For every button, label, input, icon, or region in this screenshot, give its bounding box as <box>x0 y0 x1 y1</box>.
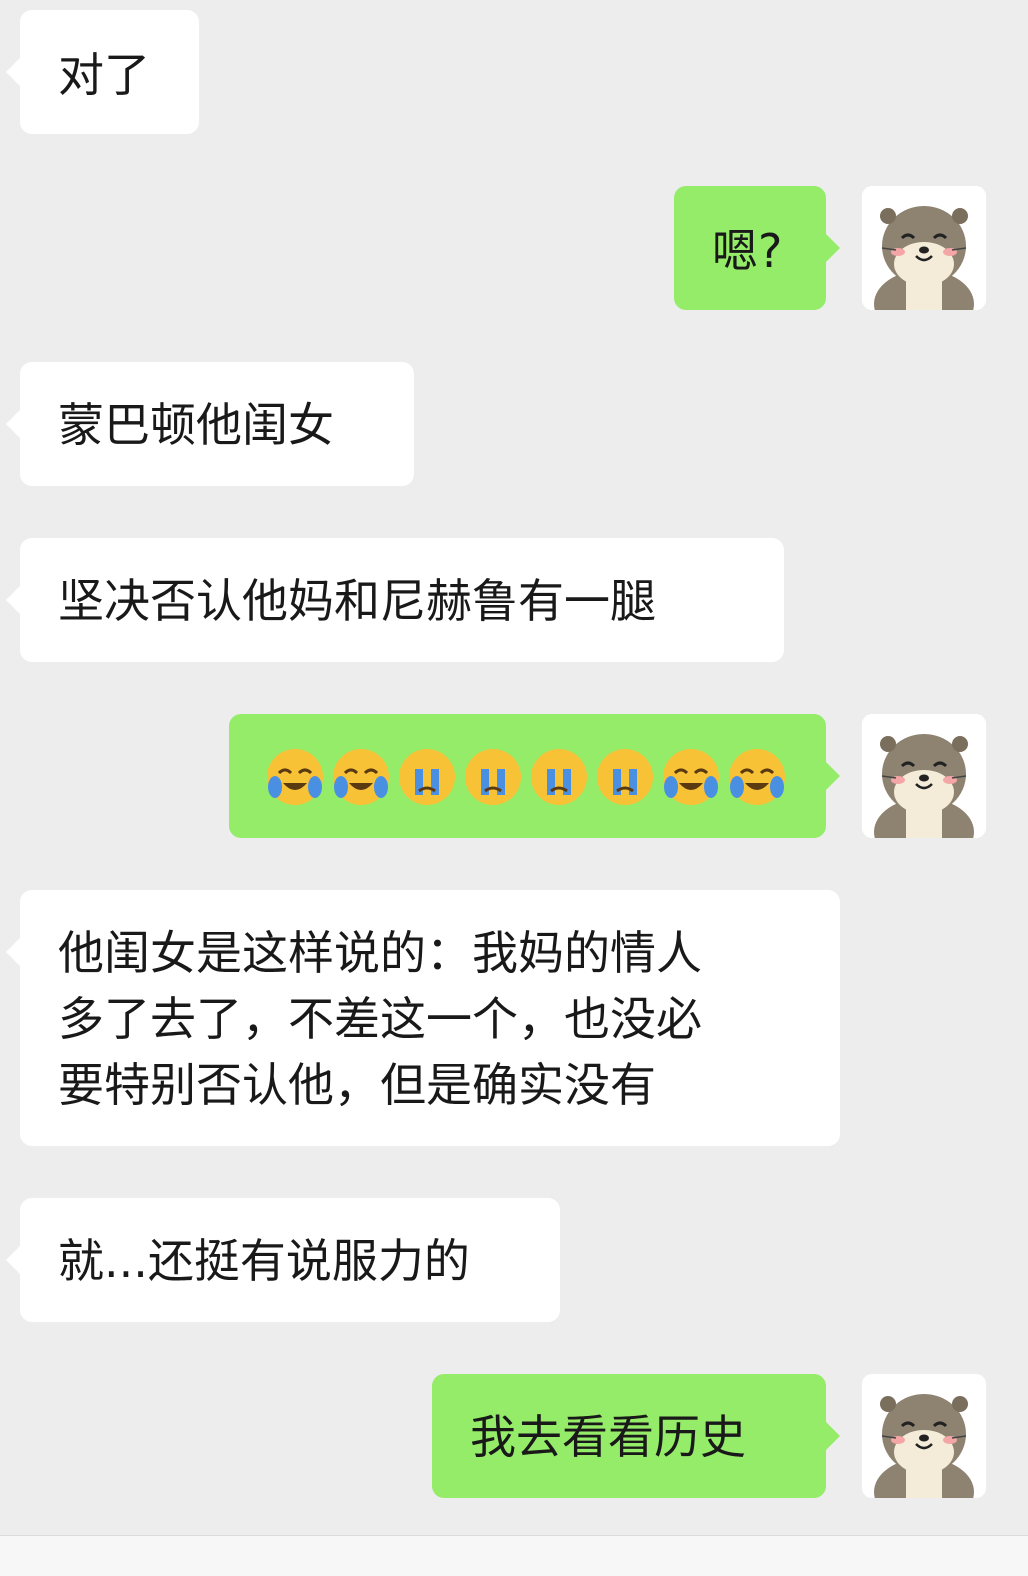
otter-avatar-icon <box>874 1394 974 1498</box>
crying-emoji <box>529 747 589 807</box>
chat-message-list[interactable]: 对了 嗯? 蒙巴顿他闺女 坚决否认他妈和尼赫鲁有一腿 他闺女是这样说的：我妈的情… <box>0 0 1028 1576</box>
crying-laughing-emoji <box>661 747 721 807</box>
crying-laughing-emoji <box>265 747 325 807</box>
crying-emoji <box>463 747 523 807</box>
incoming-message-bubble[interactable]: 蒙巴顿他闺女 <box>6 362 414 486</box>
crying-laughing-emoji <box>331 747 391 807</box>
incoming-message-bubble[interactable]: 坚决否认他妈和尼赫鲁有一腿 <box>6 538 784 662</box>
user-avatar[interactable] <box>862 1374 986 1498</box>
incoming-message-bubble[interactable]: 对了 <box>6 10 199 134</box>
input-bar[interactable] <box>0 1535 1028 1576</box>
outgoing-message-bubble[interactable]: 我去看看历史 <box>432 1374 840 1498</box>
incoming-message-bubble[interactable]: 就...还挺有说服力的 <box>6 1198 560 1322</box>
crying-laughing-emoji <box>727 747 787 807</box>
crying-emoji <box>595 747 655 807</box>
user-avatar[interactable] <box>862 186 986 310</box>
crying-emoji <box>397 747 457 807</box>
emoji-row <box>265 747 787 807</box>
otter-avatar-icon <box>874 734 974 838</box>
otter-avatar-icon <box>874 206 974 310</box>
user-avatar[interactable] <box>862 714 986 838</box>
outgoing-message-bubble[interactable]: 嗯? <box>674 186 840 310</box>
incoming-message-bubble[interactable]: 他闺女是这样说的：我妈的情人 多了去了，不差这一个，也没必 要特别否认他，但是确… <box>6 890 840 1146</box>
